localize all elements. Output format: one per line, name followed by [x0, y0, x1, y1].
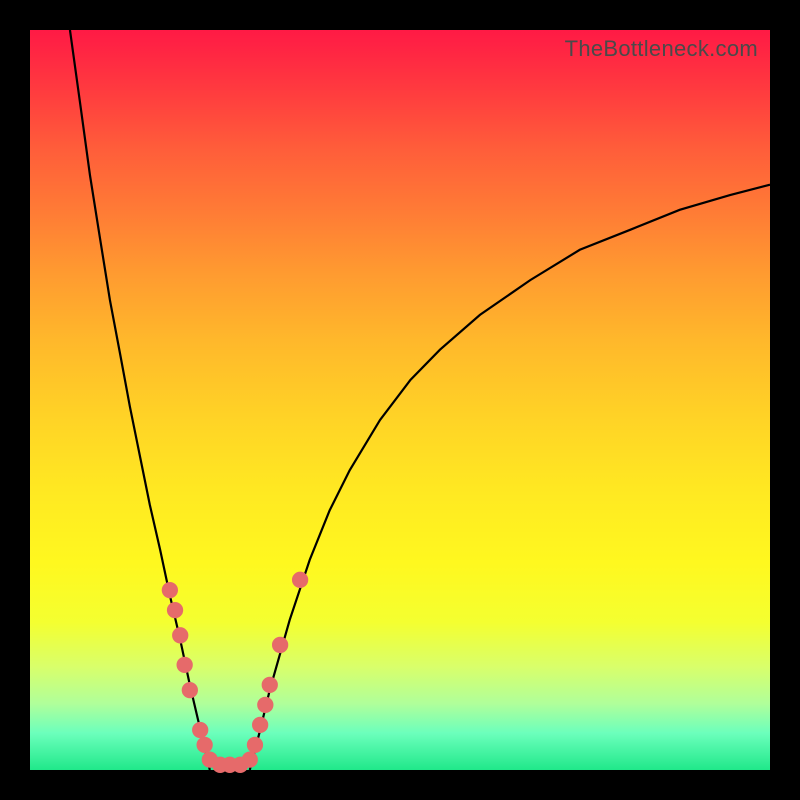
data-marker	[242, 752, 258, 768]
curve-right-branch	[250, 185, 770, 770]
chart-frame: TheBottleneck.com	[0, 0, 800, 800]
data-marker	[262, 677, 278, 693]
chart-svg	[30, 30, 770, 770]
data-marker	[167, 602, 183, 618]
data-marker	[182, 682, 198, 698]
data-marker	[252, 717, 268, 733]
plot-area: TheBottleneck.com	[30, 30, 770, 770]
data-marker	[197, 737, 213, 753]
marker-group	[162, 572, 309, 773]
data-marker	[272, 637, 288, 653]
data-marker	[292, 572, 308, 588]
data-marker	[192, 722, 208, 738]
data-marker	[172, 627, 188, 643]
data-marker	[162, 582, 178, 598]
data-marker	[247, 737, 263, 753]
data-marker	[177, 657, 193, 673]
data-marker	[257, 697, 273, 713]
